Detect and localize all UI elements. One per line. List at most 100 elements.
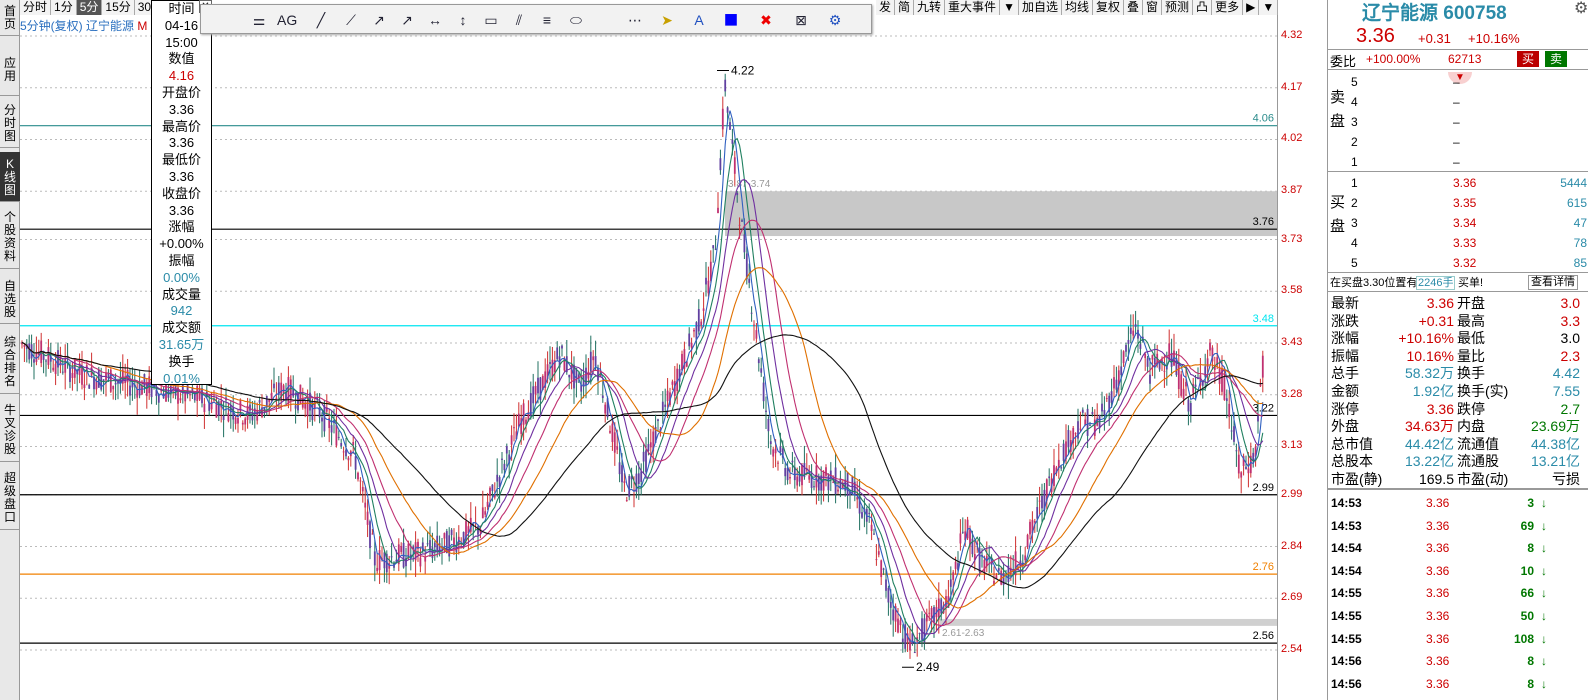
function-tab[interactable]: 重大事件 bbox=[945, 0, 1001, 15]
down-arrow-icon: ↓ bbox=[1541, 518, 1547, 533]
candle-body bbox=[1038, 500, 1041, 502]
function-tab[interactable]: ▼ bbox=[1000, 0, 1019, 15]
candle-body bbox=[1103, 410, 1106, 415]
period-tab[interactable]: 15分 bbox=[102, 0, 135, 15]
leftnav-item[interactable]: 分时图 bbox=[0, 98, 20, 148]
candle-body bbox=[28, 343, 31, 360]
stat-key: 总市值 bbox=[1331, 435, 1373, 452]
period-tab[interactable]: 1分 bbox=[51, 0, 77, 15]
stat-key: 流通股 bbox=[1457, 453, 1499, 470]
tick-price: 3.36 bbox=[1426, 496, 1450, 510]
leftnav-item[interactable]: 自选股 bbox=[0, 274, 20, 324]
bid-row[interactable]: 5 3.32 85 bbox=[1348, 253, 1588, 273]
weibi-value: +100.00% bbox=[1366, 52, 1421, 66]
stock-title: 辽宁能源 600758 bbox=[1362, 0, 1507, 25]
function-tab[interactable]: 九转 bbox=[914, 0, 946, 15]
delete-icon[interactable]: ✖ bbox=[756, 10, 776, 30]
leftnav-item[interactable]: 个股资料 bbox=[0, 205, 20, 269]
period-tab[interactable]: 分时 bbox=[20, 0, 52, 15]
vertical-line-icon[interactable]: ↕ bbox=[453, 10, 473, 30]
function-tab[interactable]: ▼ bbox=[1259, 0, 1279, 15]
period-tab[interactable]: 5分 bbox=[76, 0, 103, 15]
alert-qty: 2246手 bbox=[1416, 276, 1456, 290]
ray-icon[interactable]: ⟋ bbox=[341, 10, 361, 30]
candle-body bbox=[1134, 324, 1137, 327]
leftnav-item[interactable]: 应用 bbox=[0, 44, 20, 96]
gear-icon[interactable]: ⚙ bbox=[825, 10, 845, 30]
function-tab[interactable]: 凸 bbox=[1193, 0, 1213, 15]
function-tab[interactable]: 叠 bbox=[1124, 0, 1144, 15]
bid-row[interactable]: 4 3.33 78 bbox=[1348, 233, 1588, 253]
function-tab[interactable]: 窗 bbox=[1143, 0, 1163, 15]
function-tab[interactable]: 加自选 bbox=[1019, 0, 1062, 15]
candle-body bbox=[755, 330, 758, 339]
down-arrow-icon: ↓ bbox=[1541, 609, 1547, 623]
ask-row[interactable]: 4– bbox=[1348, 92, 1588, 112]
bid-row[interactable]: 1 3.36 5444 bbox=[1348, 173, 1588, 193]
arrow-line-icon[interactable]: ↗ bbox=[397, 10, 417, 30]
more-dots-icon[interactable]: ⋯ bbox=[625, 10, 645, 30]
stat-item: 内盘 23.69万 bbox=[1454, 418, 1584, 434]
parallel-lines-icon[interactable]: ⫽ bbox=[509, 10, 529, 30]
sell-button[interactable]: 卖 bbox=[1545, 51, 1567, 67]
horizontal-line-icon[interactable]: ↔ bbox=[425, 10, 445, 30]
leftnav-item[interactable]: 超级盘口 bbox=[0, 466, 20, 530]
down-arrow-icon: ↓ bbox=[1541, 676, 1547, 691]
function-tab[interactable]: 更多 bbox=[1212, 0, 1244, 15]
ask-row[interactable]: 1– bbox=[1348, 152, 1588, 172]
ellipse-icon[interactable]: ⬭ bbox=[566, 10, 586, 30]
candle-body bbox=[1132, 330, 1135, 336]
candle-body bbox=[450, 529, 453, 536]
leftnav-item[interactable]: 综合排名 bbox=[0, 330, 20, 394]
function-tab[interactable]: 复权 bbox=[1093, 0, 1124, 15]
candle-body bbox=[378, 550, 381, 571]
candle-body bbox=[954, 561, 957, 569]
bid-level: 5 bbox=[1351, 256, 1358, 270]
price-axis: 4.32 4.17 4.02 3.87 3.73 3.58 3.43 3.28 3.13 2.99… bbox=[1277, 0, 1327, 700]
function-tab[interactable]: 均线 bbox=[1062, 0, 1093, 15]
bid-volume: 615 bbox=[1566, 196, 1587, 210]
rectangle-icon[interactable]: ▭ bbox=[481, 10, 501, 30]
gann-lines-icon[interactable]: ≡ bbox=[537, 10, 557, 30]
settings-slider-icon[interactable]: ⚌ bbox=[249, 10, 269, 30]
info-vol-label: 成交量 bbox=[161, 286, 201, 302]
leftnav-item[interactable]: 首页 bbox=[0, 0, 20, 36]
candle-body bbox=[429, 540, 431, 550]
line-icon[interactable]: ╱ bbox=[311, 10, 331, 30]
view-detail-button[interactable]: 查看详情 bbox=[1528, 275, 1578, 290]
text-a-icon[interactable]: A bbox=[689, 10, 709, 30]
cursor-icon[interactable]: ➤ bbox=[657, 10, 677, 30]
bid-row[interactable]: 3 3.34 47 bbox=[1348, 213, 1588, 233]
leftnav-item[interactable]: K线图 bbox=[0, 152, 20, 202]
ask-row[interactable]: 5– bbox=[1348, 72, 1588, 92]
candle-body bbox=[604, 404, 607, 414]
candle-body bbox=[882, 568, 885, 570]
function-tab[interactable]: ▶ bbox=[1243, 0, 1260, 15]
bid-row[interactable]: 2 3.35 615 bbox=[1348, 193, 1588, 213]
candle-body bbox=[892, 609, 895, 621]
segment-icon[interactable]: ↗ bbox=[369, 10, 389, 30]
ag-text-icon[interactable]: AG bbox=[277, 10, 297, 30]
down-arrow-icon: ↓ bbox=[1541, 654, 1547, 669]
ask-row[interactable]: 2– bbox=[1348, 132, 1588, 152]
function-tab[interactable]: 预测 bbox=[1162, 0, 1194, 15]
ask-row[interactable]: 3– bbox=[1348, 112, 1588, 132]
stat-item: 换手(实) 7.55 bbox=[1454, 383, 1584, 399]
candle-body bbox=[741, 220, 743, 222]
ask-book: 卖盘 5–4–3–2–1– bbox=[1328, 72, 1588, 172]
stat-value: 13.22亿 bbox=[1404, 453, 1454, 470]
candle-body bbox=[95, 381, 98, 390]
function-tab[interactable]: 发 bbox=[876, 0, 896, 15]
stat-key: 最新 bbox=[1331, 295, 1359, 311]
leftnav-item[interactable]: 牛叉诊股 bbox=[0, 398, 20, 462]
function-tab[interactable]: 简 bbox=[895, 0, 915, 15]
stat-value: 169.5 bbox=[1418, 471, 1454, 487]
settings-icon[interactable]: ⚙ bbox=[1574, 0, 1588, 18]
color-swatch-icon[interactable]: ■ bbox=[721, 8, 741, 32]
candle-body bbox=[390, 556, 393, 558]
candle-body bbox=[364, 502, 367, 508]
buy-button[interactable]: 买 bbox=[1517, 51, 1539, 67]
candle-body bbox=[561, 345, 563, 349]
candle-body bbox=[1062, 443, 1065, 461]
save-icon[interactable]: ⊠ bbox=[791, 10, 811, 30]
